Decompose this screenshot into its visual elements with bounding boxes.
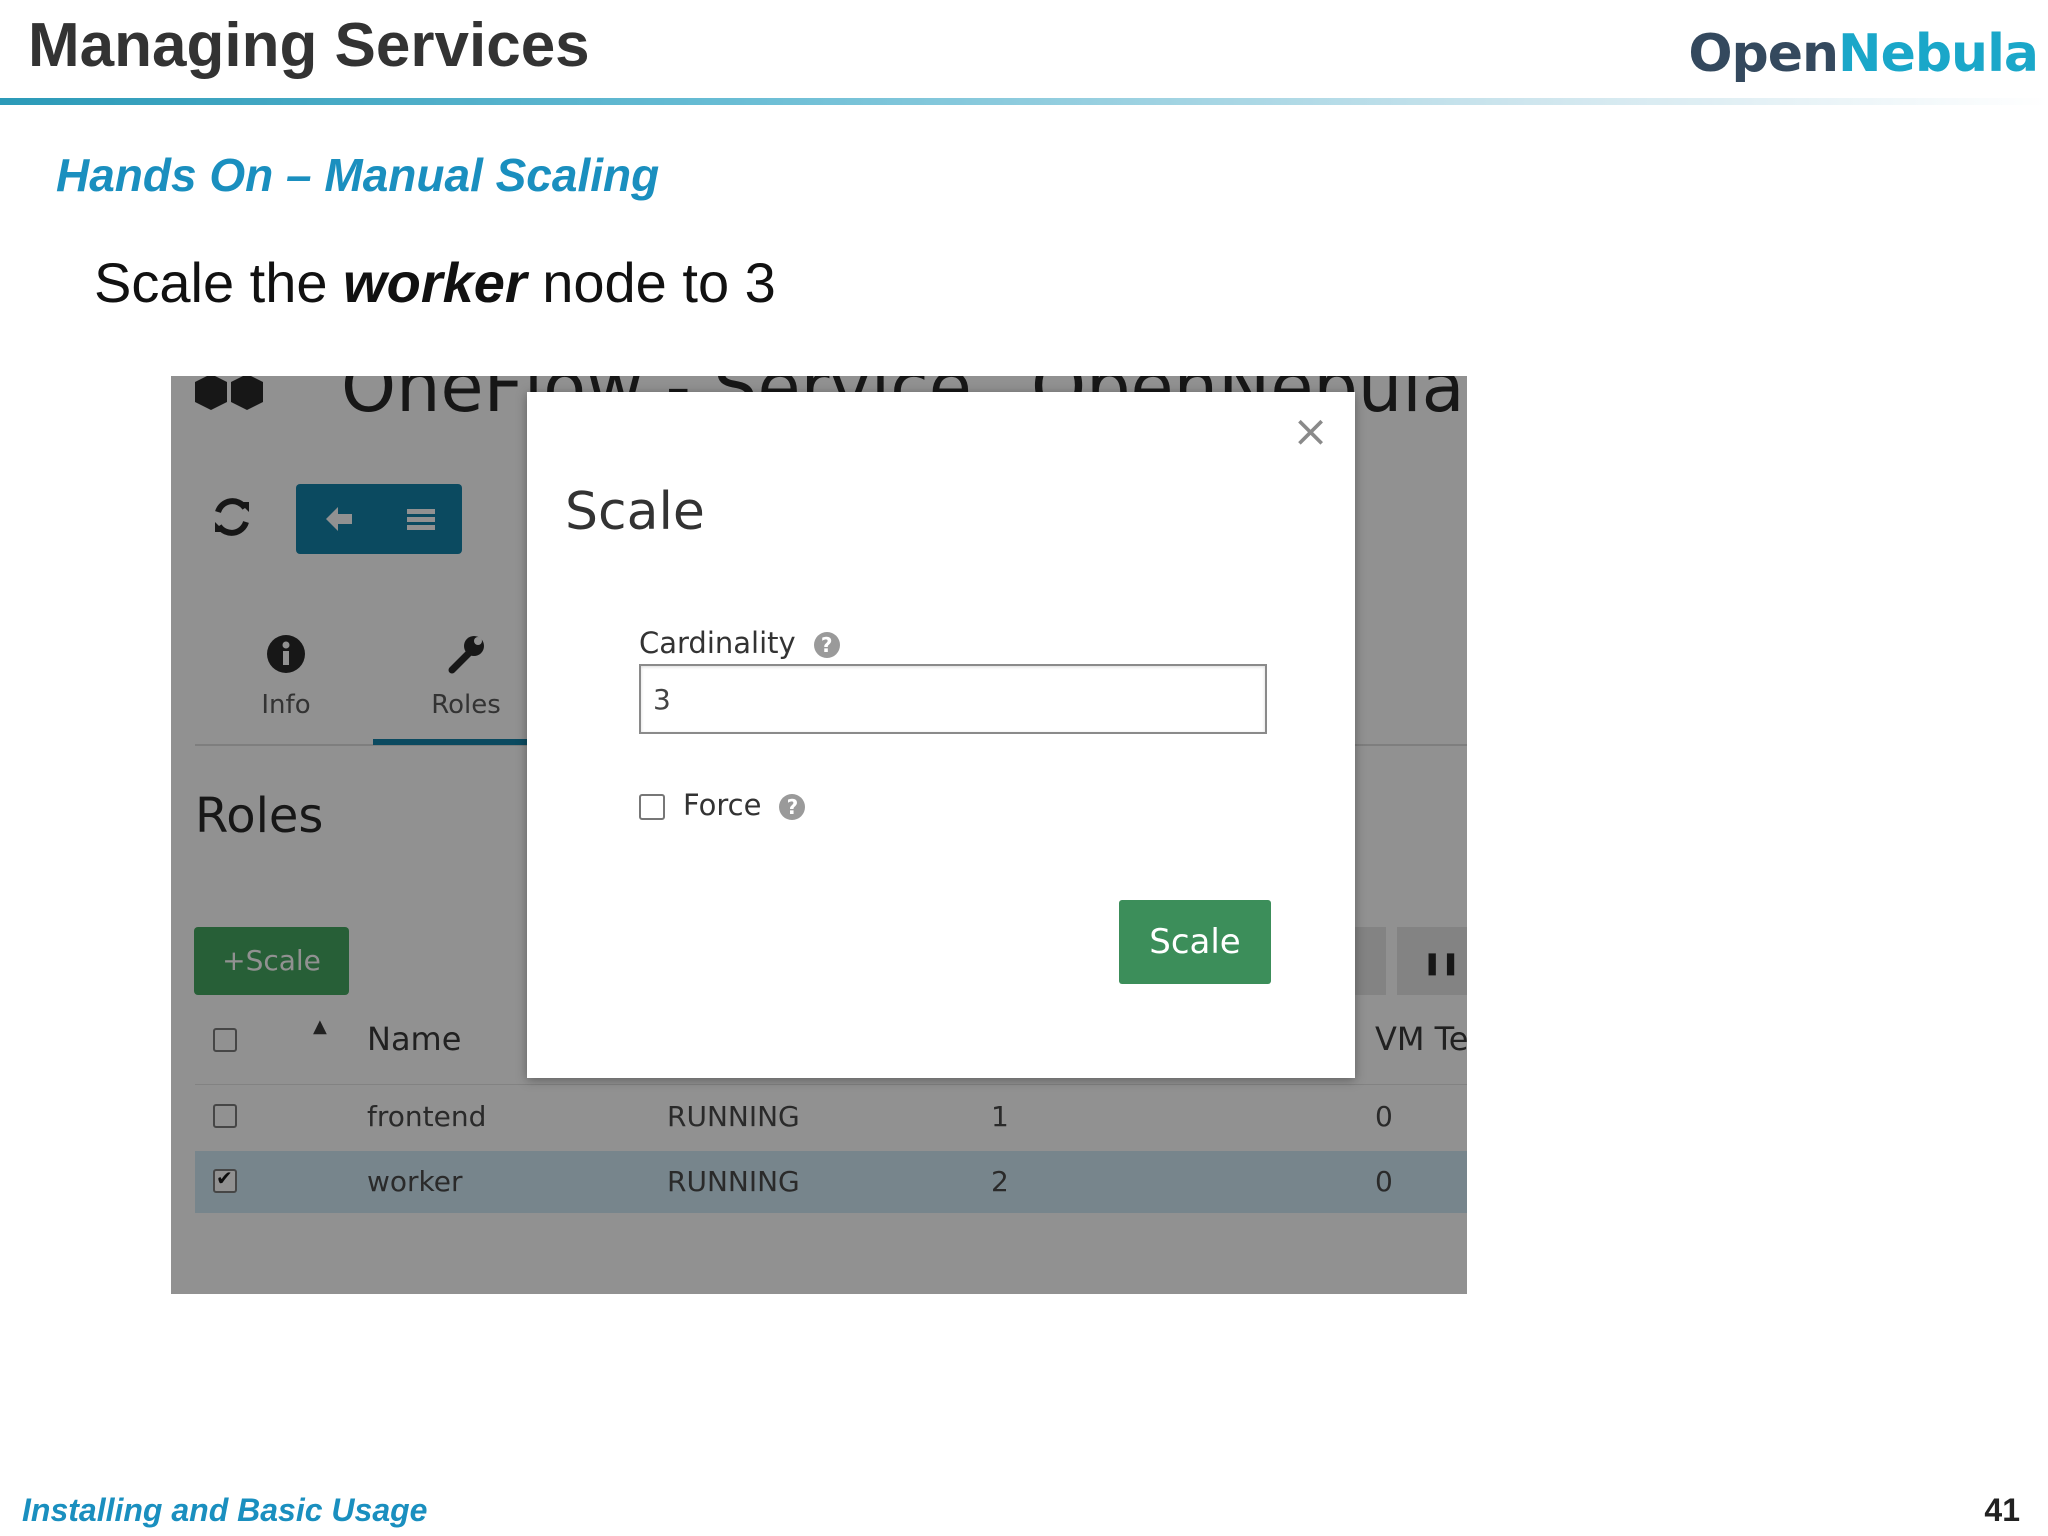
- slide-title: Managing Services: [28, 11, 590, 80]
- screenshot-oneflow-service: OneFlow - Service OpenNebula W Info: [171, 376, 1467, 1294]
- slide-subtitle: Hands On – Manual Scaling: [56, 149, 660, 201]
- help-icon[interactable]: ?: [779, 794, 806, 820]
- scale-modal: × Scale Cardinality? Force? Scale: [527, 392, 1355, 1078]
- force-label: Force?: [683, 788, 806, 822]
- slide-instruction: Scale the worker node to 3: [94, 251, 776, 314]
- cardinality-label: Cardinality?: [639, 626, 840, 660]
- scale-submit-button[interactable]: Scale: [1119, 900, 1271, 984]
- close-icon[interactable]: ×: [1292, 410, 1329, 454]
- modal-title: Scale: [565, 482, 705, 542]
- footer-section-title: Installing and Basic Usage: [22, 1492, 428, 1528]
- help-icon[interactable]: ?: [813, 632, 840, 658]
- force-checkbox[interactable]: [639, 794, 665, 820]
- cardinality-input[interactable]: [639, 664, 1267, 734]
- opennebula-logo: OpenNebula: [1688, 24, 2039, 84]
- header-divider: [0, 98, 2048, 105]
- page-number: 41: [1984, 1492, 2020, 1528]
